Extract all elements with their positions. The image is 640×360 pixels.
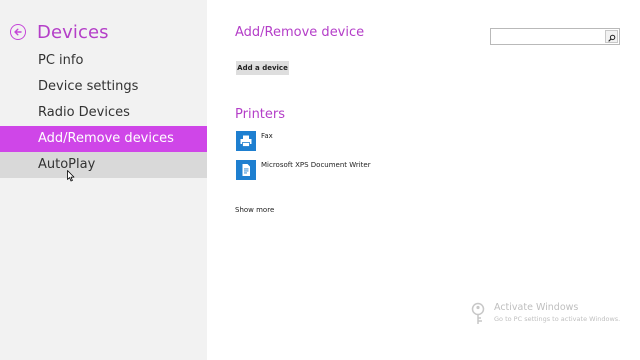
printer-name: Fax [261, 132, 273, 140]
fax-icon [236, 131, 256, 151]
nav-item-pc-info[interactable]: PC info [0, 48, 207, 74]
printer-item-xps[interactable]: Microsoft XPS Document Writer [236, 160, 371, 180]
watermark-title: Activate Windows [494, 302, 579, 313]
pc-settings-window: Devices PC info Device settings Radio De… [0, 0, 640, 360]
search-input[interactable] [491, 29, 609, 44]
mouse-cursor-icon [67, 167, 75, 182]
watermark-text: Activate Windows Go to PC settings to ac… [494, 302, 620, 324]
nav-header: Devices [10, 20, 109, 44]
nav-item-add-remove-devices[interactable]: Add/Remove devices [0, 126, 207, 152]
search-box [490, 28, 620, 45]
nav-item-device-settings[interactable]: Device settings [0, 74, 207, 100]
back-arrow-icon [13, 27, 23, 37]
activate-windows-watermark: Activate Windows Go to PC settings to ac… [470, 302, 620, 330]
document-printer-icon [236, 160, 256, 180]
page-title: Devices [37, 21, 109, 43]
add-device-button[interactable]: Add a device [236, 61, 289, 75]
printers-heading: Printers [235, 107, 286, 122]
search-button[interactable] [605, 30, 618, 43]
nav-item-radio-devices[interactable]: Radio Devices [0, 100, 207, 126]
key-icon [470, 302, 490, 330]
nav-item-autoplay[interactable]: AutoPlay [0, 152, 207, 178]
show-more-link[interactable]: Show more [235, 206, 274, 214]
navigation-pane: Devices PC info Device settings Radio De… [0, 0, 207, 360]
search-icon [607, 27, 616, 46]
section-title-add-remove: Add/Remove device [235, 25, 365, 40]
nav-list: PC info Device settings Radio Devices Ad… [0, 48, 207, 178]
watermark-subtitle: Go to PC settings to activate Windows. [494, 315, 621, 323]
printer-item-fax[interactable]: Fax [236, 131, 273, 151]
printer-name: Microsoft XPS Document Writer [261, 161, 371, 169]
back-button[interactable] [10, 24, 26, 40]
